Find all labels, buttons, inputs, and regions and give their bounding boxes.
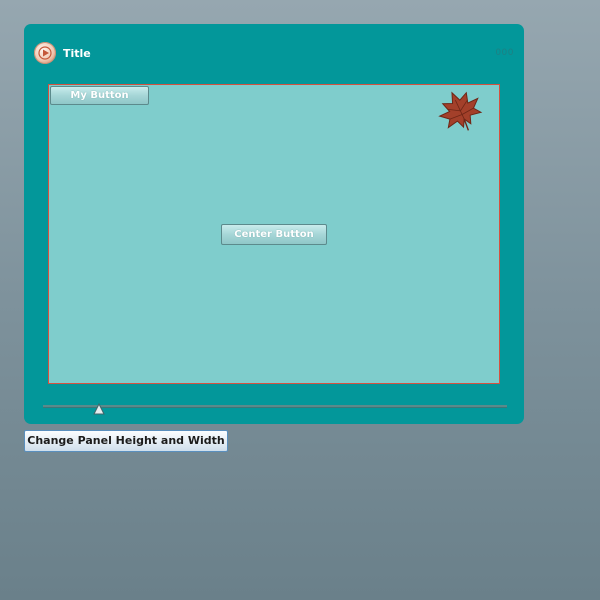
- panel-title: Title: [63, 47, 91, 60]
- content-area: My Button Center Button: [48, 84, 500, 384]
- center-button[interactable]: Center Button: [221, 224, 327, 245]
- maple-leaf-icon: [433, 87, 487, 137]
- play-icon-glyph: [38, 46, 52, 60]
- panel-window: Title 000 My Button Center Button: [24, 24, 524, 424]
- play-icon[interactable]: [34, 42, 56, 64]
- slider-track[interactable]: [43, 405, 507, 408]
- panel-corner-text: 000: [495, 48, 514, 58]
- slider-thumb[interactable]: [92, 400, 105, 415]
- change-panel-size-button[interactable]: Change Panel Height and Width: [24, 430, 228, 452]
- my-button[interactable]: My Button: [50, 86, 149, 105]
